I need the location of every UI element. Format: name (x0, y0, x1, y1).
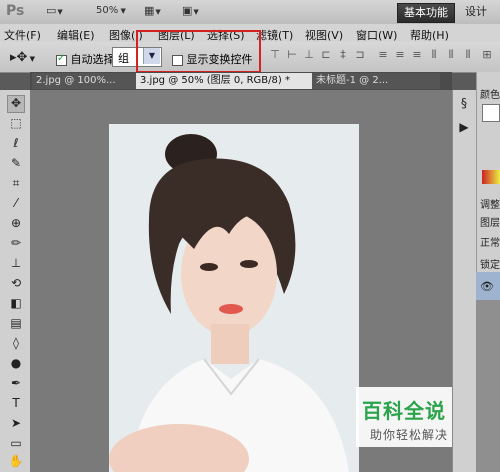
brush-tool-icon[interactable]: ✏ (8, 236, 24, 252)
align-vertical-center-icon[interactable]: ⊢ (285, 48, 299, 62)
lock-label: 锁定 (480, 260, 500, 271)
pen-tool-icon[interactable]: ✒ (8, 376, 24, 392)
path-selection-tool-icon[interactable]: ➤ (8, 416, 24, 432)
history-brush-tool-icon[interactable]: ⟲ (8, 276, 24, 292)
zoom-level[interactable]: 50% ▼ (96, 5, 126, 16)
menu-edit[interactable]: 编辑(E) (57, 27, 95, 43)
align-bottom-icon[interactable]: ⊥ (302, 48, 316, 62)
menu-window[interactable]: 窗口(W) (356, 27, 397, 43)
align-horizontal-center-icon[interactable]: ‡ (336, 48, 350, 62)
bridge-icon[interactable]: ▭▼ (46, 4, 68, 20)
distribute-top-icon[interactable]: ≡ (376, 48, 390, 62)
watermark-subtitle: 助你轻松解决 (370, 428, 449, 442)
align-right-icon[interactable]: ⊐ (353, 48, 367, 62)
quick-select-tool-icon[interactable]: ✎ (8, 156, 24, 172)
blend-mode-select[interactable]: 正常 (480, 234, 500, 249)
workspace-essentials-button[interactable]: 基本功能 (397, 3, 455, 23)
menu-filter[interactable]: 滤镜(T) (256, 27, 293, 43)
hand-tool-icon[interactable]: ✋ (8, 454, 24, 470)
gradient-tool-icon[interactable]: ▤ (8, 316, 24, 332)
eyedropper-tool-icon[interactable]: ⁄ (8, 196, 24, 212)
history-panel-icon[interactable]: § (456, 96, 472, 110)
distribute-hcenter-icon[interactable]: ⦀ (444, 48, 458, 62)
blur-tool-icon[interactable]: ◊ (8, 336, 24, 352)
align-left-icon[interactable]: ⊏ (319, 48, 333, 62)
distribute-right-icon[interactable]: ⦀ (461, 48, 475, 62)
layers-panel-tab[interactable]: 图层 (480, 214, 500, 229)
lasso-tool-icon[interactable]: ℓ (8, 136, 24, 152)
distribute-center-icon[interactable]: ≡ (393, 48, 407, 62)
menu-file[interactable]: 文件(F) (4, 27, 41, 43)
eraser-tool-icon[interactable]: ◧ (8, 296, 24, 312)
highlight-annotation-box (136, 30, 261, 73)
eye-icon[interactable]: 👁 (480, 280, 494, 293)
layers-list-area (476, 300, 500, 472)
type-tool-icon[interactable]: T (8, 396, 24, 412)
color-panel-tab[interactable]: 颜色 (480, 86, 500, 101)
tab-document-untitled[interactable]: 未标题-1 @ 2... (312, 73, 440, 89)
menu-help[interactable]: 帮助(H) (410, 27, 449, 43)
dodge-tool-icon[interactable]: ● (8, 356, 24, 372)
distribute-bottom-icon[interactable]: ≡ (410, 48, 424, 62)
color-ramp[interactable] (482, 170, 500, 184)
auto-align-icon[interactable]: ⊞ (480, 48, 494, 62)
shape-tool-icon[interactable]: ▭ (8, 436, 24, 452)
menu-view[interactable]: 视图(V) (305, 27, 343, 43)
watermark-title: 百科全说 (362, 399, 446, 423)
document-photo[interactable] (109, 124, 359, 472)
portrait-image (109, 124, 359, 472)
tab-document-2[interactable]: 2.jpg @ 100%... (32, 73, 140, 89)
align-top-icon[interactable]: ⊤ (268, 48, 282, 62)
healing-brush-tool-icon[interactable]: ⊕ (8, 216, 24, 232)
auto-select-value: 组 (118, 52, 129, 65)
distribute-left-icon[interactable]: ⦀ (427, 48, 441, 62)
clone-stamp-tool-icon[interactable]: ⊥ (8, 256, 24, 272)
workspace-design-button[interactable]: 设计 (456, 3, 496, 21)
adjustments-panel-tab[interactable]: 调整 (480, 196, 500, 211)
auto-select-checkbox[interactable] (56, 53, 67, 66)
auto-select-option[interactable]: 自动选择: (56, 51, 118, 67)
marquee-tool-icon[interactable]: ⬚ (8, 116, 24, 132)
photoshop-logo: Ps (6, 3, 25, 19)
crop-tool-icon[interactable]: ⌗ (8, 176, 24, 192)
move-tool-icon[interactable]: ✥ (7, 95, 25, 113)
foreground-color-swatch[interactable] (482, 104, 500, 122)
arrange-documents-icon[interactable]: ▦▼ (144, 4, 166, 20)
screen-mode-icon[interactable]: ▣▼ (182, 4, 204, 20)
panel-dock-strip (452, 90, 477, 472)
move-tool-preset-icon[interactable]: ▸✥ ▼ (10, 50, 35, 65)
actions-panel-icon[interactable]: ▶ (456, 120, 472, 134)
tab-document-3-active[interactable]: 3.jpg @ 50% (图层 0, RGB/8) * (136, 73, 314, 89)
